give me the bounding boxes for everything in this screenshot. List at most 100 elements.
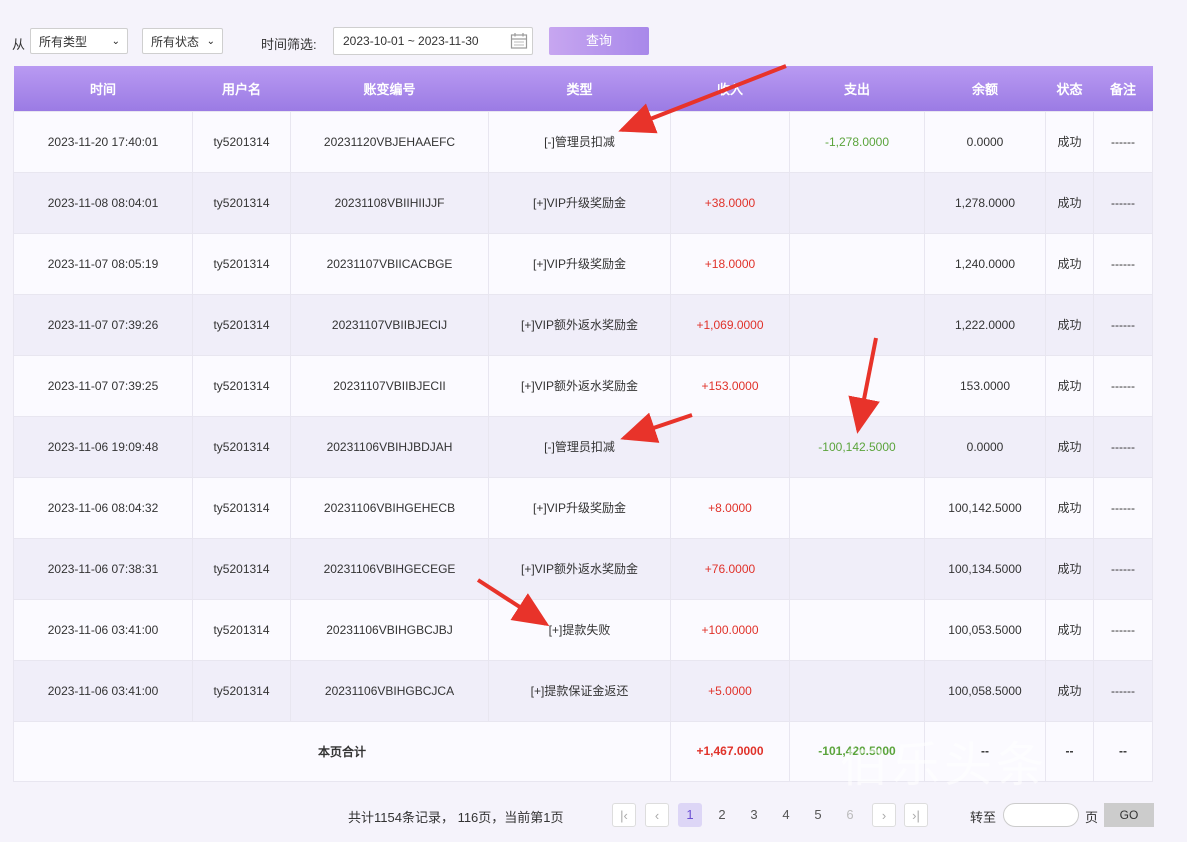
chevron-down-icon: ⌄ xyxy=(111,36,120,47)
page-3[interactable]: 3 xyxy=(742,803,766,827)
header-note: 备注 xyxy=(1109,81,1136,97)
cell-balance: 0.0000 xyxy=(924,415,1046,478)
cell-id: 20231106VBIHGEHECB xyxy=(290,476,489,539)
go-button[interactable]: GO xyxy=(1104,803,1154,827)
cell-balance: 100,142.5000 xyxy=(924,476,1046,539)
cell-balance: 1,222.0000 xyxy=(924,293,1046,356)
cell-income: +76.0000 xyxy=(670,537,790,600)
cell-income: +100.0000 xyxy=(670,598,790,661)
cell-time: 2023-11-07 07:39:26 xyxy=(13,293,193,356)
cell-balance: 153.0000 xyxy=(924,354,1046,417)
header-balance: 余额 xyxy=(971,81,998,97)
cell-id: 20231107VBIIBJECII xyxy=(290,354,489,417)
cell-expense: -1,278.0000 xyxy=(789,110,925,173)
page-4[interactable]: 4 xyxy=(774,803,798,827)
table-row: 2023-11-07 07:39:26 ty5201314 20231107VBII… xyxy=(13,293,1153,356)
cell-time: 2023-11-06 08:04:32 xyxy=(13,476,193,539)
page-6[interactable]: 6 xyxy=(838,803,862,827)
cell-expense xyxy=(789,293,925,356)
cell-user: ty5201314 xyxy=(192,476,291,539)
cell-status: 成功 xyxy=(1045,415,1094,478)
cell-user: ty5201314 xyxy=(192,537,291,600)
cell-expense xyxy=(789,476,925,539)
table-row: 2023-11-06 03:41:00 ty5201314 20231106VBIH… xyxy=(13,598,1153,661)
header-time: 时间 xyxy=(89,81,116,97)
cell-note: ------ xyxy=(1093,232,1153,295)
cell-time: 2023-11-07 08:05:19 xyxy=(13,232,193,295)
total-note: -- xyxy=(1093,720,1153,782)
cell-type: [+]VIP额外返水奖励金 xyxy=(488,354,671,417)
total-label: 本页合计 xyxy=(13,720,671,782)
cell-balance: 100,134.5000 xyxy=(924,537,1046,600)
query-button[interactable]: 查询 xyxy=(549,27,649,55)
table-row: 2023-11-07 08:05:19 ty5201314 20231107VBII… xyxy=(13,232,1153,295)
goto-page-input[interactable] xyxy=(1003,803,1079,827)
table-row: 2023-11-08 08:04:01 ty5201314 20231108VBII… xyxy=(13,171,1153,234)
date-range-input[interactable]: 2023-10-01 ~ 2023-11-30 xyxy=(333,27,533,55)
page-1[interactable]: 1 xyxy=(678,803,702,827)
prev-page-icon[interactable]: ‹ xyxy=(645,803,669,827)
cell-income: +153.0000 xyxy=(670,354,790,417)
cell-income xyxy=(670,415,790,478)
cell-user: ty5201314 xyxy=(192,110,291,173)
cell-id: 20231106VBIHJBDJAH xyxy=(290,415,489,478)
cell-expense xyxy=(789,659,925,722)
pagination: 共计1154条记录， 116页，当前第1页 |‹ ‹ 1 2 3 4 5 6 ›… xyxy=(0,800,1187,832)
cell-income: +38.0000 xyxy=(670,171,790,234)
cell-user: ty5201314 xyxy=(192,293,291,356)
cell-income: +18.0000 xyxy=(670,232,790,295)
cell-expense xyxy=(789,537,925,600)
cell-expense xyxy=(789,232,925,295)
cell-status: 成功 xyxy=(1045,537,1094,600)
cell-balance: 1,278.0000 xyxy=(924,171,1046,234)
status-select-value: 所有状态 xyxy=(151,35,200,49)
cell-note: ------ xyxy=(1093,598,1153,661)
calendar-icon[interactable] xyxy=(510,32,528,50)
page-2[interactable]: 2 xyxy=(710,803,734,827)
cell-type: [-]管理员扣减 xyxy=(488,110,671,173)
cell-note: ------ xyxy=(1093,354,1153,417)
cell-balance: 0.0000 xyxy=(924,110,1046,173)
cell-note: ------ xyxy=(1093,293,1153,356)
total-income: +1,467.0000 xyxy=(670,720,790,782)
cell-status: 成功 xyxy=(1045,110,1094,173)
cell-note: ------ xyxy=(1093,110,1153,173)
cell-time: 2023-11-06 03:41:00 xyxy=(13,598,193,661)
cell-type: [+]VIP额外返水奖励金 xyxy=(488,537,671,600)
cell-type: [-]管理员扣减 xyxy=(488,415,671,478)
cell-user: ty5201314 xyxy=(192,659,291,722)
cell-time: 2023-11-08 08:04:01 xyxy=(13,171,193,234)
cell-status: 成功 xyxy=(1045,232,1094,295)
cell-type: [+]VIP升级奖励金 xyxy=(488,171,671,234)
cell-user: ty5201314 xyxy=(192,354,291,417)
cell-status: 成功 xyxy=(1045,171,1094,234)
cell-id: 20231120VBJEHAAEFC xyxy=(290,110,489,173)
type-select[interactable]: 所有类型 ⌄ xyxy=(30,28,128,54)
table-row: 2023-11-06 07:38:31 ty5201314 20231106VBIH… xyxy=(13,537,1153,600)
cell-time: 2023-11-07 07:39:25 xyxy=(13,354,193,417)
cell-type: [+]提款保证金返还 xyxy=(488,659,671,722)
cell-user: ty5201314 xyxy=(192,415,291,478)
filter-bar: 从 所有类型 ⌄ 所有状态 ⌄ 时间筛选: 2023-10-01 ~ 2023-… xyxy=(0,0,1187,62)
status-select[interactable]: 所有状态 ⌄ xyxy=(142,28,223,54)
page-5[interactable]: 5 xyxy=(806,803,830,827)
cell-note: ------ xyxy=(1093,171,1153,234)
cell-user: ty5201314 xyxy=(192,232,291,295)
cell-balance: 100,058.5000 xyxy=(924,659,1046,722)
watermark: 伯乐头条 xyxy=(840,739,1049,792)
cell-user: ty5201314 xyxy=(192,598,291,661)
last-page-icon[interactable]: ›| xyxy=(904,803,928,827)
cell-note: ------ xyxy=(1093,476,1153,539)
cell-note: ------ xyxy=(1093,659,1153,722)
table-row: 2023-11-06 19:09:48 ty5201314 20231106VBIH… xyxy=(13,415,1153,478)
cell-status: 成功 xyxy=(1045,293,1094,356)
cell-time: 2023-11-06 19:09:48 xyxy=(13,415,193,478)
cell-type: [+]VIP升级奖励金 xyxy=(488,476,671,539)
header-income: 收入 xyxy=(716,81,743,97)
cell-time: 2023-11-06 03:41:00 xyxy=(13,659,193,722)
next-page-icon[interactable]: › xyxy=(872,803,896,827)
cell-id: 20231107VBIIBJECIJ xyxy=(290,293,489,356)
cell-expense: -100,142.5000 xyxy=(789,415,925,478)
first-page-icon[interactable]: |‹ xyxy=(612,803,636,827)
table-row: 2023-11-20 17:40:01 ty5201314 20231120VBJE… xyxy=(13,110,1153,173)
